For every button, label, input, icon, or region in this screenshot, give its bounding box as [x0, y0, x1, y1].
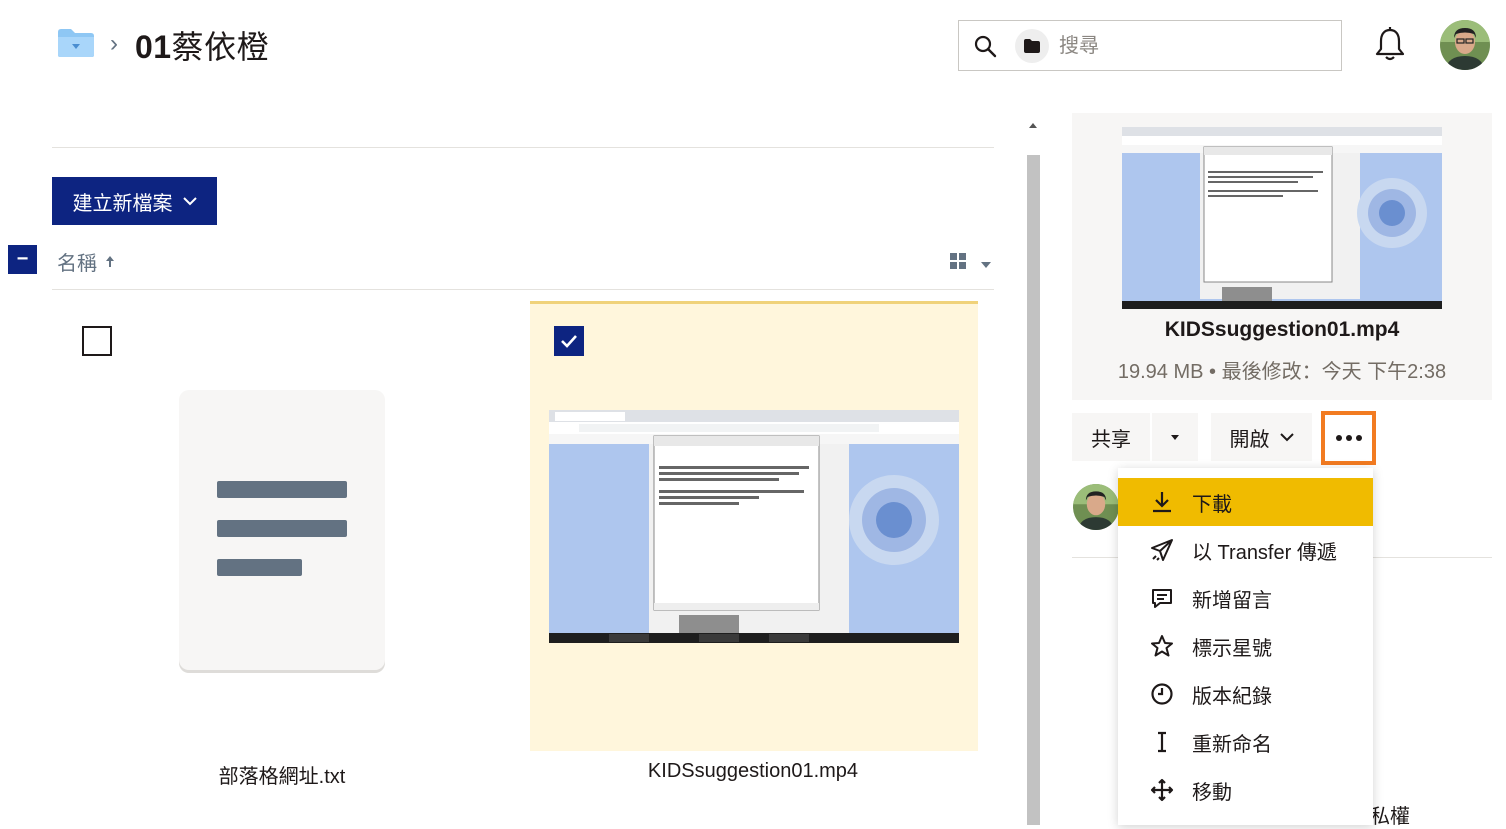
file-name[interactable]: KIDSsuggestion01.mp4: [555, 760, 951, 783]
caret-down-icon: [1171, 434, 1179, 440]
search-scope-folder-icon[interactable]: [1015, 29, 1049, 63]
preview-file-meta: 19.94 MB • 最後修改：今天 下午2:38: [1072, 355, 1492, 384]
text-cursor-icon: [1158, 731, 1166, 753]
more-actions-button[interactable]: [1321, 411, 1376, 465]
menu-item-label: 下載: [1192, 493, 1232, 516]
open-button[interactable]: 開啟: [1211, 413, 1312, 461]
share-label: 共享: [1091, 428, 1131, 451]
page-title-bold: 01: [135, 29, 172, 65]
menu-item-label: 版本紀錄: [1192, 685, 1272, 708]
menu-item-move[interactable]: 移動: [1118, 766, 1373, 814]
search-bar[interactable]: [958, 20, 1342, 71]
divider: [52, 147, 994, 148]
menu-item-star[interactable]: 標示星號: [1118, 622, 1373, 670]
folder-icon[interactable]: [57, 28, 95, 58]
send-icon: [1151, 539, 1173, 561]
chevron-down-icon: [182, 197, 197, 206]
sort-ascending-icon[interactable]: [104, 253, 116, 274]
star-icon: [1151, 635, 1173, 657]
open-label: 開啟: [1229, 428, 1270, 451]
download-icon: [1153, 492, 1171, 513]
divider: [52, 289, 994, 290]
create-new-file-button[interactable]: 建立新檔案: [52, 177, 217, 225]
checkmark-icon: [561, 335, 577, 348]
file-checkbox-checked[interactable]: [554, 326, 584, 356]
share-options-button[interactable]: [1152, 413, 1198, 461]
search-icon[interactable]: [973, 34, 997, 58]
name-column-header[interactable]: 名稱: [57, 247, 97, 276]
menu-item-transfer[interactable]: 以 Transfer 傳遞: [1118, 526, 1373, 574]
ellipsis-icon: [1335, 435, 1362, 441]
clock-icon: [1151, 683, 1173, 705]
grid-view-icon[interactable]: [950, 253, 966, 269]
view-options-caret-icon[interactable]: [980, 256, 992, 274]
commenter-avatar: [1073, 484, 1119, 530]
scroll-up-arrow-icon[interactable]: [1028, 116, 1038, 134]
file-name[interactable]: 部落格網址.txt: [140, 760, 424, 789]
menu-item-label: 重新命名: [1192, 733, 1272, 756]
text-file-icon[interactable]: [179, 390, 385, 670]
file-checkbox[interactable]: [82, 326, 112, 356]
user-avatar[interactable]: [1440, 20, 1490, 70]
breadcrumb-separator: ›: [110, 30, 118, 57]
share-button[interactable]: 共享: [1072, 413, 1150, 461]
video-preview-thumbnail[interactable]: [1122, 127, 1442, 309]
menu-item-rename[interactable]: 重新命名: [1118, 718, 1373, 766]
deselect-all-checkbox[interactable]: −: [8, 245, 37, 274]
menu-item-label: 標示星號: [1192, 637, 1272, 660]
create-new-file-label: 建立新檔案: [72, 192, 173, 215]
comment-icon: [1152, 589, 1172, 608]
file-size: 19.94 MB: [1117, 361, 1204, 383]
search-input[interactable]: [1059, 29, 1329, 63]
chevron-down-icon: [1279, 433, 1294, 442]
bell-icon[interactable]: [1374, 26, 1406, 62]
scrollbar-thumb[interactable]: [1027, 155, 1040, 825]
menu-item-comment[interactable]: 新增留言: [1118, 574, 1373, 622]
page-title-rest: 蔡依橙: [171, 29, 270, 65]
page-title: 01蔡依橙: [135, 22, 269, 68]
video-thumbnail[interactable]: [549, 410, 959, 643]
menu-item-download[interactable]: 下載: [1118, 478, 1373, 526]
meta-separator: •: [1209, 361, 1217, 383]
menu-item-label: 新增留言: [1192, 589, 1272, 612]
menu-item-label: 移動: [1192, 781, 1232, 804]
move-icon: [1150, 778, 1174, 802]
more-actions-menu: 下載 以 Transfer 傳遞 新增留言 標示星號 版本紀錄 重新命名 移動: [1118, 468, 1373, 825]
preview-file-title: KIDSsuggestion01.mp4: [1164, 318, 1400, 341]
last-modified: 最後修改：今天 下午2:38: [1221, 361, 1447, 383]
menu-item-version-history[interactable]: 版本紀錄: [1118, 670, 1373, 718]
menu-item-label: 以 Transfer 傳遞: [1192, 541, 1337, 564]
